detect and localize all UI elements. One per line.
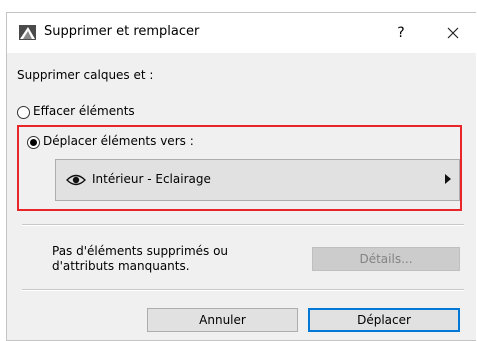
separator [22, 289, 464, 291]
close-button[interactable] [440, 21, 466, 45]
close-icon [447, 27, 459, 39]
target-layer-selector[interactable]: Intérieur - Eclairage [55, 159, 460, 201]
section-label: Supprimer calques et : [17, 68, 154, 82]
cancel-button[interactable]: Annuler [147, 308, 298, 332]
separator [22, 224, 464, 226]
info-message: Pas d'éléments supprimés ou d'attributs … [52, 244, 228, 274]
radio-circle[interactable] [17, 106, 30, 119]
radio-effacer-label[interactable]: Effacer éléments [33, 104, 135, 118]
info-line-1: Pas d'éléments supprimés ou [52, 244, 229, 258]
radio-circle-selected[interactable] [27, 136, 40, 149]
radio-deplacer-label[interactable]: Déplacer éléments vers : [43, 134, 194, 148]
radio-dot [30, 139, 37, 146]
chevron-right-icon [445, 174, 451, 184]
move-button[interactable]: Déplacer [308, 308, 460, 332]
eye-icon [66, 174, 86, 186]
info-line-2: d'attributs manquants. [52, 259, 190, 273]
title-bar: Supprimer et remplacer ? [7, 13, 477, 53]
target-layer-name: Intérieur - Eclairage [92, 172, 211, 186]
archicad-app-icon [19, 25, 36, 40]
details-button[interactable]: Détails... [312, 247, 460, 271]
dialog-title: Supprimer et remplacer [44, 24, 200, 39]
delete-replace-dialog: Supprimer et remplacer ? Supprimer calqu… [6, 12, 477, 341]
help-button[interactable]: ? [387, 21, 415, 45]
